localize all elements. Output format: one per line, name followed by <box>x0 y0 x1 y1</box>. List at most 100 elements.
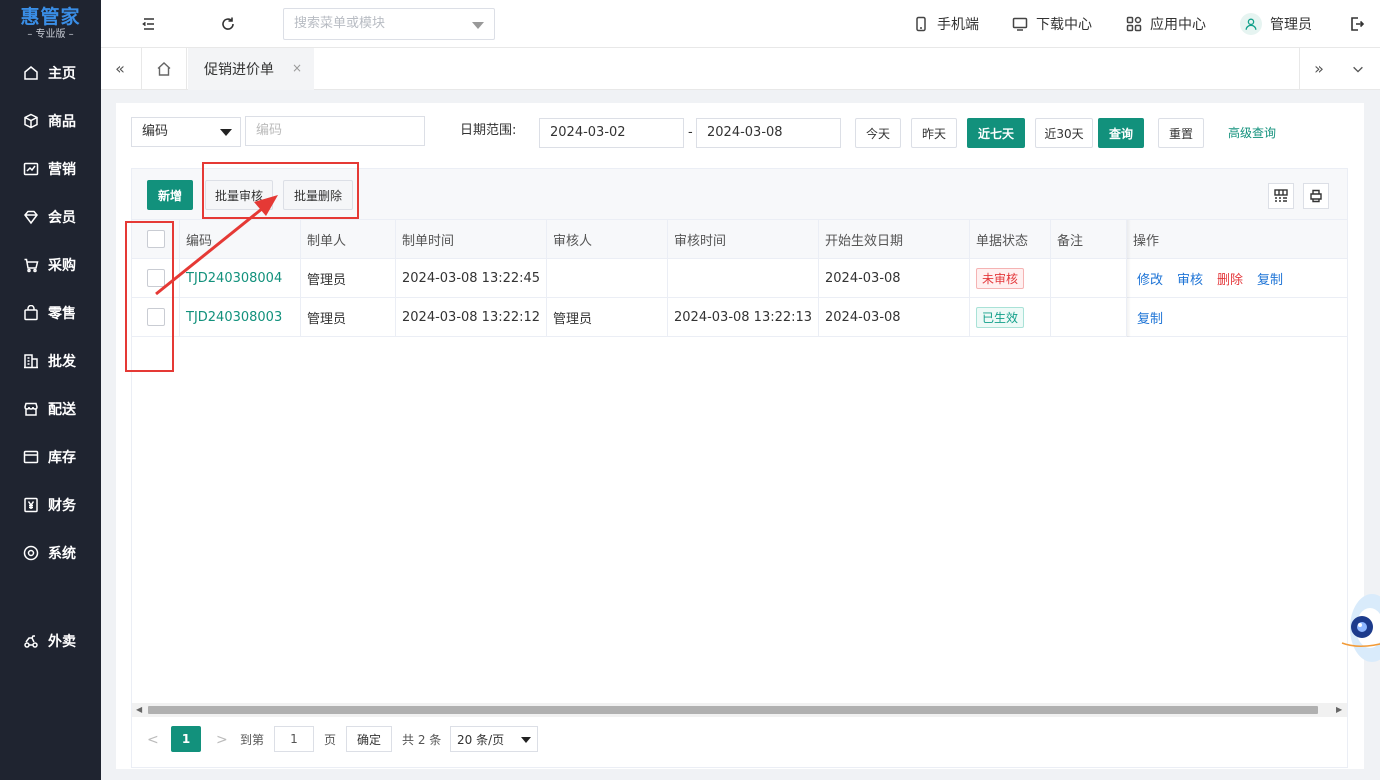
sidebar-item-member[interactable]: 会员 <box>0 197 101 237</box>
yesterday-button[interactable]: 昨天 <box>911 118 957 148</box>
refresh-button[interactable] <box>216 12 240 36</box>
sidebar-item-finance[interactable]: 财务 <box>0 485 101 525</box>
assistant-float-icon[interactable] <box>1340 588 1380 663</box>
chevron-down-icon <box>472 22 484 29</box>
sidebar-item-system[interactable]: 系统 <box>0 533 101 573</box>
audited-at-cell <box>668 259 819 297</box>
sidebar-item-label: 零售 <box>48 306 76 322</box>
table-row: TJD240308004 管理员 2024-03-08 13:22:45 202… <box>132 259 1347 298</box>
tabs-scroll-left-button[interactable]: « <box>101 48 139 89</box>
auditor-cell: 管理员 <box>547 298 668 336</box>
app-center-link[interactable]: 应用中心 <box>1126 14 1206 34</box>
field-select-value: 编码 <box>142 124 169 139</box>
sidebar-item-marketing[interactable]: 营销 <box>0 149 101 189</box>
sidebar-item-label: 系统 <box>48 546 76 562</box>
column-header-auditor[interactable]: 审核人 <box>547 220 668 258</box>
sidebar-item-label: 配送 <box>48 402 76 418</box>
app-center-label: 应用中心 <box>1150 17 1206 33</box>
date-range-label: 日期范围: <box>460 123 517 138</box>
creator-cell: 管理员 <box>301 259 396 297</box>
date-end-input[interactable]: 2024-03-08 <box>696 118 841 148</box>
brand-logo[interactable]: 惠管家 – 专业版 – <box>0 0 101 48</box>
column-header-creator[interactable]: 制单人 <box>301 220 396 258</box>
annotation-arrow-icon <box>155 195 278 296</box>
refresh-icon <box>222 17 234 30</box>
print-button[interactable] <box>1303 183 1329 209</box>
tabs-scroll-right-button[interactable]: » <box>1300 48 1338 89</box>
auditor-cell <box>547 259 668 297</box>
column-settings-button[interactable] <box>1268 183 1294 209</box>
sidebar-item-inventory[interactable]: 库存 <box>0 437 101 477</box>
phone-icon <box>916 16 926 32</box>
goto-page-input[interactable]: 1 <box>274 726 314 752</box>
copy-link[interactable]: 复制 <box>1137 308 1163 327</box>
date-start-input[interactable]: 2024-03-02 <box>539 118 684 148</box>
copy-link[interactable]: 复制 <box>1257 269 1283 288</box>
scroll-left-arrow-icon[interactable]: ◀ <box>136 705 142 714</box>
sidebar-item-goods[interactable]: 商品 <box>0 101 101 141</box>
field-select[interactable]: 编码 <box>131 117 241 147</box>
logout-button[interactable] <box>1345 12 1369 36</box>
page-1-button[interactable]: 1 <box>171 726 201 752</box>
page-unit-label: 页 <box>324 733 337 747</box>
download-center-link[interactable]: 下载中心 <box>1012 14 1092 34</box>
prev-page-button[interactable]: < <box>147 732 159 748</box>
code-input[interactable]: 编码 <box>245 116 425 146</box>
sidebar-item-retail[interactable]: 零售 <box>0 293 101 333</box>
document-code-link[interactable]: TJD240308003 <box>186 310 282 325</box>
column-header-start-date[interactable]: 开始生效日期 <box>819 220 970 258</box>
pagination: < 1 > 到第 1 页 确定 共 2 条 20 条/页 <box>132 717 1347 767</box>
total-count: 共 2 条 <box>402 733 442 747</box>
menu-search-input[interactable]: 搜索菜单或模块 <box>283 8 495 40</box>
fixed-column-shadow <box>1127 220 1131 337</box>
last-7-days-button[interactable]: 近七天 <box>967 118 1025 148</box>
last-30-days-button[interactable]: 近30天 <box>1035 118 1093 148</box>
menu-fold-icon <box>142 18 154 30</box>
brand-edition: – 专业版 – <box>27 29 74 40</box>
page-size-select[interactable]: 20 条/页 <box>450 726 538 752</box>
reset-button[interactable]: 重置 <box>1158 118 1204 148</box>
horizontal-scrollbar[interactable]: ◀ ▶ <box>132 703 1347 717</box>
edit-link[interactable]: 修改 <box>1137 269 1163 288</box>
column-header-created-at[interactable]: 制单时间 <box>396 220 547 258</box>
today-button[interactable]: 今天 <box>855 118 901 148</box>
next-page-button[interactable]: > <box>216 732 228 748</box>
monitor-icon <box>1012 17 1028 31</box>
columns-icon <box>1274 189 1288 202</box>
start-date-cell: 2024-03-08 <box>819 259 970 297</box>
query-button[interactable]: 查询 <box>1098 118 1144 148</box>
scrollbar-thumb[interactable] <box>148 706 1318 714</box>
box-icon <box>22 112 40 130</box>
created-at-cell: 2024-03-08 13:22:12 <box>396 298 547 336</box>
close-icon[interactable]: × <box>292 61 302 75</box>
column-header-status[interactable]: 单据状态 <box>970 220 1051 258</box>
scroll-right-arrow-icon[interactable]: ▶ <box>1336 705 1342 714</box>
delete-link[interactable]: 删除 <box>1217 269 1243 288</box>
tab-promo-purchase-price[interactable]: 促销进价单 × <box>188 48 314 90</box>
menu-search-placeholder: 搜索菜单或模块 <box>294 16 386 31</box>
sidebar-item-wholesale[interactable]: 批发 <box>0 341 101 381</box>
column-header-remark[interactable]: 备注 <box>1051 220 1127 258</box>
goto-confirm-button[interactable]: 确定 <box>346 726 392 752</box>
sidebar-item-takeout[interactable]: 外卖 <box>0 621 101 661</box>
tabs-menu-button[interactable] <box>1339 48 1377 89</box>
remark-cell <box>1051 259 1127 297</box>
tabs-bar: « 促销进价单 × » <box>101 48 1380 90</box>
sidebar-item-delivery[interactable]: 配送 <box>0 389 101 429</box>
mobile-link[interactable]: 手机端 <box>913 14 979 34</box>
store-icon <box>22 400 40 418</box>
column-header-audited-at[interactable]: 审核时间 <box>668 220 819 258</box>
building-icon <box>22 352 40 370</box>
brand-name: 惠管家 <box>20 6 81 28</box>
tab-home[interactable] <box>141 48 187 89</box>
sidebar-item-home[interactable]: 主页 <box>0 53 101 93</box>
collapse-menu-button[interactable] <box>137 12 161 36</box>
sidebar-item-purchase[interactable]: 采购 <box>0 245 101 285</box>
audit-link[interactable]: 审核 <box>1177 269 1203 288</box>
user-menu[interactable]: 管理员 <box>1240 13 1312 35</box>
diamond-icon <box>22 208 40 226</box>
advanced-query-link[interactable]: 高级查询 <box>1228 118 1276 148</box>
code-cell: TJD240308003 <box>180 298 301 336</box>
logout-icon <box>1351 17 1365 31</box>
delivery-icon <box>22 632 40 650</box>
